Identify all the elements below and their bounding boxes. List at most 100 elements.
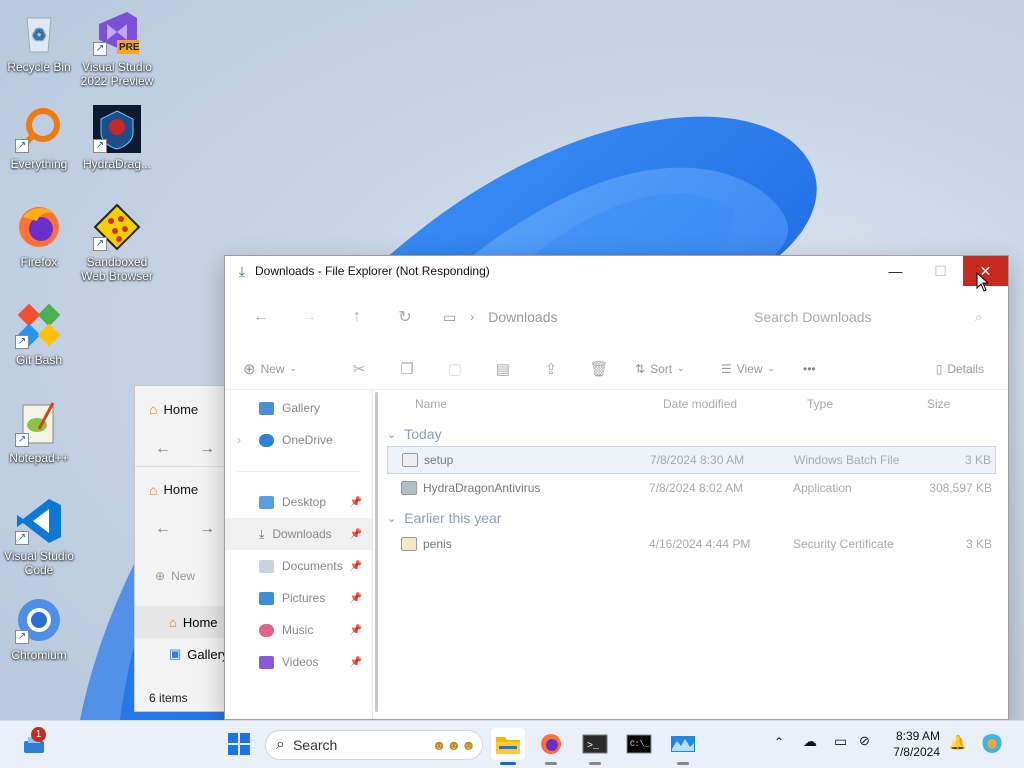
file-explorer-window[interactable]: ⤓ Downloads - File Explorer (Not Respond… [224,255,1009,720]
taskbar-clock[interactable]: 8:39 AM 7/8/2024 [864,728,940,760]
desktop-icon-vscode[interactable]: ↗ Visual Studio Code [0,497,78,577]
maximize-button[interactable]: ☐ [918,256,963,286]
desktop-icon-recycle-bin[interactable]: ♻ Recycle Bin [0,8,78,74]
details-label: Details [947,361,984,376]
column-name[interactable]: Name [415,397,663,411]
rename-icon[interactable]: ▤ [479,360,527,378]
desktop-icon-label: Recycle Bin [7,60,71,74]
navigation-pane[interactable]: Gallery › OneDrive Desktop 📌 ⤓ Downloads… [225,390,378,719]
nav-item-onedrive[interactable]: › OneDrive [225,424,372,456]
nav-item-gallery[interactable]: ▣ Gallery [135,638,233,670]
desktop-icon-visual-studio-preview[interactable]: PRE ↗ Visual Studio 2022 Preview [78,8,156,88]
tab-home[interactable]: ⌂ Home [135,386,233,432]
taskbar-firefox[interactable] [534,728,568,765]
chevron-up-icon[interactable]: ⌃ [774,735,784,749]
start-button[interactable] [222,728,256,760]
nav-label: Gallery [187,646,229,662]
taskbar-terminal[interactable]: >_ [578,728,612,765]
view-label: View [736,361,763,376]
nav-item-home[interactable]: ⌂ Home [135,606,233,638]
desktop-icon-git-bash[interactable]: ↗ Git Bash [0,301,78,367]
new-button[interactable]: ⊕ New ⌄ [243,360,335,378]
nav-item-documents[interactable]: Documents 📌 [225,550,372,582]
up-arrow-icon[interactable]: ↑ [333,308,381,326]
forward-arrow-icon[interactable]: → [285,308,333,326]
tab-home-2[interactable]: ⌂ Home [135,466,233,512]
refresh-icon[interactable]: ↻ [381,307,429,327]
chevron-down-icon: ⌄ [387,512,397,525]
group-header-earlier-this-year[interactable]: ⌄ Earlier this year [387,502,996,530]
desktop-icon-notepad-plus-plus[interactable]: ↗ Notepad++ [0,399,78,465]
cut-icon[interactable]: ✂ [335,360,383,378]
table-row[interactable]: HydraDragonAntivirus 7/8/2024 8:02 AM Ap… [387,474,996,502]
desktop-icon-chromium[interactable]: ↗ Chromium [0,596,78,662]
group-label: Today [404,426,442,442]
paste-icon[interactable]: ▢ [431,360,479,378]
taskbar-search-box[interactable]: ⌕ Search ☻☻☻ [265,730,483,760]
taskbar-app-monitor[interactable] [666,728,700,765]
nav-item-gallery[interactable]: Gallery [225,392,372,424]
file-name: penis [423,537,452,551]
pin-icon: 📌 [349,656,362,668]
new-label: New [171,569,196,583]
background-explorer-window[interactable]: ⌂ Home ← → ⌂ Home ← → ⊕ New ⌂ Home ▣ Gal… [134,385,234,712]
group-header-today[interactable]: ⌄ Today [387,418,996,446]
tab-label: Home [163,482,199,497]
back-arrow-icon[interactable]: ← [155,520,171,538]
download-icon: ⤓ [238,262,246,279]
nav-item-downloads[interactable]: ⤓ Downloads 📌 [225,518,372,550]
desktop-icon-firefox[interactable]: Firefox [0,203,78,269]
table-row[interactable]: penis 4/16/2024 4:44 PM Security Certifi… [387,530,996,558]
address-bar[interactable]: ▭ › Downloads [429,309,740,326]
desktop-icon-everything[interactable]: ↗ Everything [0,105,78,171]
mouse-cursor-icon [976,272,988,292]
forward-arrow-icon[interactable]: → [199,520,215,538]
file-type: Windows Batch File [794,453,900,467]
table-row[interactable]: setup 7/8/2024 8:30 AM Windows Batch Fil… [387,446,996,474]
desktop-icon-sandboxed-browser[interactable]: ↗ Sandboxed Web Browser [78,203,156,283]
forward-arrow-icon[interactable]: → [199,440,215,458]
firefox-icon [541,734,561,754]
taskbar-cmd[interactable]: C:\_ [622,728,656,760]
breadcrumb-downloads[interactable]: Downloads [488,309,557,325]
back-nav-bar: ← → [135,432,233,466]
shortcut-arrow-icon: ↗ [15,335,29,349]
details-pane-icon: ▯ [935,361,943,376]
details-button[interactable]: ▯ Details [936,362,984,376]
nav-item-desktop[interactable]: Desktop 📌 [225,486,372,518]
search-input[interactable]: Search Downloads ⌕ [740,301,996,333]
nav-item-music[interactable]: Music 📌 [225,614,372,646]
desktop-icon-hydradragon[interactable]: ↗ HydraDrag... [78,105,156,171]
taskbar-file-explorer[interactable] [491,728,525,765]
minimize-button[interactable]: — [873,256,918,286]
new-button[interactable]: ⊕ New [135,546,233,606]
title-bar[interactable]: ⤓ Downloads - File Explorer (Not Respond… [225,256,1008,286]
view-button[interactable]: ☰ View ⌄ [713,362,803,376]
column-type[interactable]: Type [807,397,927,411]
cloud-sync-icon[interactable]: ☁ [803,733,817,750]
gallery-icon [259,401,274,415]
display-icon[interactable]: ▭ [834,733,847,750]
back-arrow-icon[interactable]: ← [237,308,285,326]
nav-item-pictures[interactable]: Pictures 📌 [225,582,372,614]
nav-item-videos[interactable]: Videos 📌 [225,646,372,678]
share-icon[interactable]: ⇪ [527,360,575,378]
group-label: Earlier this year [404,510,502,526]
file-size: 3 KB [964,453,991,467]
shortcut-arrow-icon: ↗ [93,139,107,153]
copy-icon[interactable]: ❐ [383,360,431,378]
file-list[interactable]: Name Date modified Type Size ⌄ Today set… [373,390,1008,719]
column-date-modified[interactable]: Date modified [663,397,807,411]
certificate-icon [401,537,417,551]
more-options-button[interactable]: ••• [803,362,843,376]
notification-bell-icon[interactable]: 🔔 [949,734,966,751]
pictures-icon [259,591,274,605]
chevron-right-icon: › [237,433,241,447]
delete-icon[interactable]: 🗑 [575,360,623,378]
column-size[interactable]: Size [927,397,950,411]
shortcut-arrow-icon: ↗ [15,433,29,447]
back-arrow-icon[interactable]: ← [155,440,171,458]
sort-button[interactable]: ⇅ Sort ⌄ [623,362,713,376]
copilot-button[interactable] [980,731,1004,758]
nav-label: Videos [282,655,319,669]
